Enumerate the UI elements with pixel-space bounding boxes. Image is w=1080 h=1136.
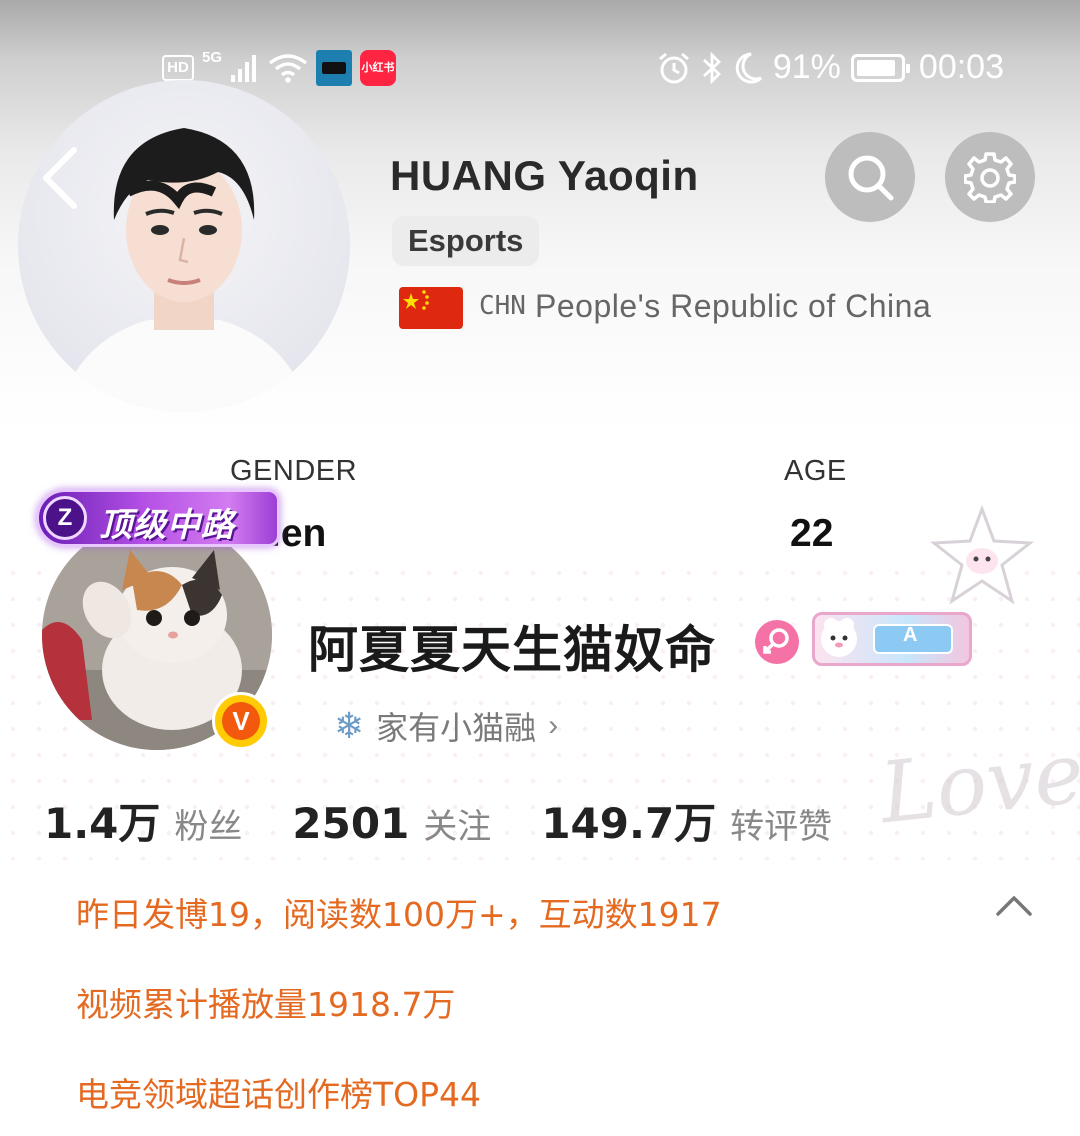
chevron-up-icon[interactable] — [994, 892, 1034, 920]
followers-label[interactable]: 粉丝 — [174, 799, 242, 848]
settings-button[interactable] — [945, 132, 1035, 222]
member-badge-letter: A — [903, 624, 918, 646]
decorative-star-icon — [929, 505, 1035, 605]
moon-icon — [735, 52, 762, 83]
search-button[interactable] — [825, 132, 915, 222]
search-icon — [848, 155, 894, 201]
wifi-icon — [268, 54, 308, 83]
hd-icon: HD — [162, 55, 194, 81]
battery-icon — [850, 53, 910, 82]
weibo-username: 阿夏夏天生猫奴命 — [308, 621, 716, 679]
followers-count[interactable]: 1.4万 — [44, 790, 160, 851]
player-name: HUANG Yaoqin — [390, 152, 699, 199]
snowflake-icon: ❄ — [334, 705, 365, 746]
verified-letter: V — [222, 702, 260, 740]
china-flag-icon — [399, 287, 463, 329]
sport-tag: Esports — [392, 216, 540, 266]
chevron-right-icon: › — [548, 709, 559, 742]
clock: 00:03 — [918, 48, 1004, 86]
engagement-count: 149.7万 — [541, 799, 717, 848]
age-value: 22 — [790, 512, 834, 555]
insight-line: 电竞领域超话创作榜TOP44 — [76, 1075, 482, 1114]
player-avatar — [18, 80, 350, 412]
engagement-label: 转评赞 — [730, 808, 833, 846]
alarm-icon — [658, 52, 689, 83]
xiaohongshu-app-icon: 小红书 — [360, 50, 397, 86]
notification-app-icon — [316, 50, 353, 86]
female-gender-icon — [755, 620, 799, 664]
gender-label: GENDER — [230, 455, 358, 487]
country-code: CHN — [479, 291, 526, 321]
signal-icon — [231, 55, 257, 82]
back-arrow-icon[interactable] — [34, 144, 90, 210]
following-count[interactable]: 2501 — [292, 799, 409, 848]
battery-percent: 91% — [772, 48, 841, 86]
age-label: AGE — [784, 455, 847, 487]
status-right: 91% 00:03 — [657, 48, 1004, 87]
bluetooth-icon — [702, 51, 721, 84]
weibo-sub-label[interactable]: ❄ 家有小猫融 › — [334, 703, 558, 749]
country-name: People's Republic of China — [535, 288, 932, 324]
weibo-stats: 1.4万 粉丝 2501 关注 149.7万 转评赞 — [44, 790, 882, 851]
battery-level — [856, 59, 895, 76]
rank-text: 顶级中路 — [99, 506, 235, 543]
insight-line: 昨日发博19，阅读数100万+，互动数1917 — [76, 895, 722, 934]
insight-line: 视频累计播放量1918.7万 — [76, 985, 456, 1024]
verified-badge-icon: V — [212, 692, 270, 750]
gear-icon — [964, 152, 1016, 203]
rank-badge: Z 顶级中路 — [36, 489, 280, 547]
rank-icon: Z — [43, 496, 87, 540]
sub-label-text: 家有小猫融 — [376, 710, 537, 746]
member-badge-icon[interactable]: A — [812, 612, 972, 666]
following-label[interactable]: 关注 — [423, 799, 491, 848]
network-type: 5G — [202, 49, 223, 66]
